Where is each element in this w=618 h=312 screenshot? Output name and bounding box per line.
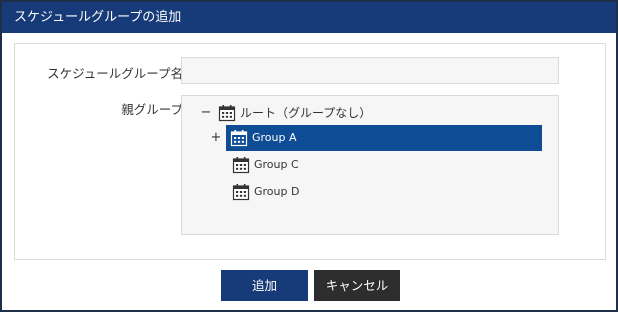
add-button[interactable]: 追加 <box>221 270 308 301</box>
calendar-group-icon <box>232 183 250 201</box>
collapse-icon[interactable]: − <box>200 101 212 125</box>
expand-icon[interactable]: + <box>210 125 222 151</box>
calendar-group-icon <box>218 104 236 122</box>
tree-node-group-a[interactable]: Group A <box>226 125 542 151</box>
tree-node-label: Group D <box>254 185 300 198</box>
tree-node-label: Group C <box>254 158 299 171</box>
parent-group-label: 親グループ <box>121 102 183 117</box>
group-name-input[interactable] <box>181 57 559 84</box>
cancel-button[interactable]: キャンセル <box>314 270 400 301</box>
calendar-group-icon <box>230 129 248 147</box>
calendar-group-icon <box>232 156 250 174</box>
group-name-label: スケジュールグループ名 <box>47 66 183 81</box>
tree-node-group-c[interactable]: Group C <box>228 153 428 177</box>
tree-node-root[interactable]: − ルート（グループなし） <box>182 101 558 125</box>
tree-node-label: Group A <box>252 131 297 144</box>
add-schedule-group-dialog: スケジュールグループの追加 スケジュールグループ名 親グループ − ルート（グル… <box>0 0 618 312</box>
tree-node-group-d[interactable]: Group D <box>228 180 428 204</box>
parent-group-tree[interactable]: − ルート（グループなし） + Group A Group C Group D <box>181 95 559 235</box>
dialog-title: スケジュールグループの追加 <box>2 2 616 33</box>
form-panel: スケジュールグループ名 親グループ − ルート（グループなし） + Group … <box>14 43 606 260</box>
tree-node-label: ルート（グループなし） <box>240 106 372 120</box>
